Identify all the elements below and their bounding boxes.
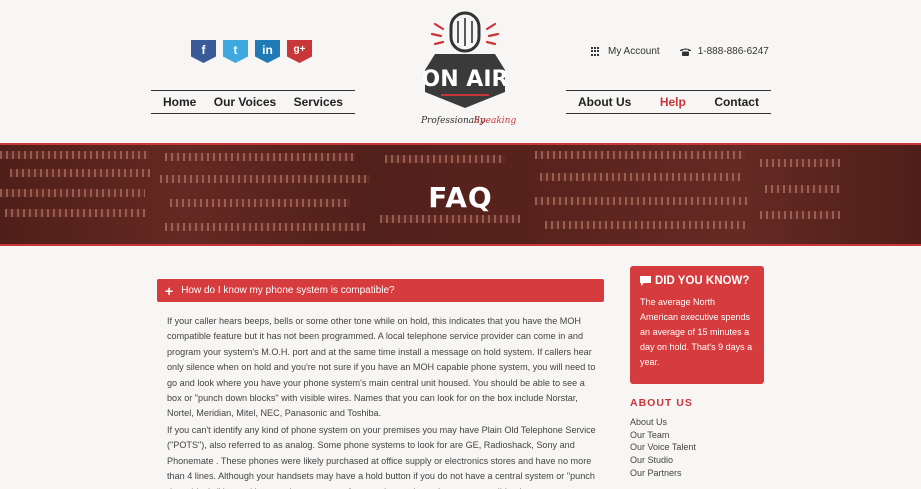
chat-bubble-icon bbox=[640, 276, 651, 286]
main-nav-left: Home Our Voices Services bbox=[151, 90, 355, 114]
faq-banner: FAQ bbox=[0, 143, 921, 246]
did-you-know-heading: DID YOU KNOW? bbox=[640, 275, 754, 287]
about-us-links: About Us Our Team Our Voice Talent Our S… bbox=[630, 416, 696, 480]
nav-home[interactable]: Home bbox=[163, 95, 196, 109]
about-link-our-team[interactable]: Our Team bbox=[630, 429, 696, 442]
faq-answer-paragraph-1: If your caller hears beeps, bells or som… bbox=[167, 316, 596, 419]
main-nav-right: About Us Help Contact bbox=[566, 90, 771, 114]
twitter-icon[interactable]: t bbox=[223, 40, 248, 63]
faq-question-toggle[interactable]: + How do I know my phone system is compa… bbox=[157, 279, 604, 302]
plus-icon: + bbox=[165, 282, 174, 299]
grid-icon bbox=[591, 47, 600, 56]
about-link-our-partners[interactable]: Our Partners bbox=[630, 467, 696, 480]
logo-main-text: ON AIR bbox=[422, 67, 509, 92]
facebook-icon[interactable]: f bbox=[191, 40, 216, 63]
did-you-know-title: DID YOU KNOW? bbox=[655, 275, 750, 287]
my-account-link[interactable]: My Account bbox=[608, 46, 660, 57]
nav-contact[interactable]: Contact bbox=[714, 95, 759, 109]
header-account: My Account 1-888-886-6247 bbox=[591, 46, 769, 57]
did-you-know-box: DID YOU KNOW? The average North American… bbox=[630, 266, 764, 384]
did-you-know-text: The average North American executive spe… bbox=[640, 297, 753, 367]
faq-answer-paragraph-2: If you can't identify any kind of phone … bbox=[167, 425, 596, 489]
phone-number[interactable]: 1-888-886-6247 bbox=[698, 46, 769, 57]
page-title: FAQ bbox=[428, 181, 493, 214]
on-air-logo[interactable]: ON AIR Professionally Speaking bbox=[413, 10, 517, 128]
linkedin-icon[interactable]: in bbox=[255, 40, 280, 63]
about-link-our-voice-talent[interactable]: Our Voice Talent bbox=[630, 441, 696, 454]
phone-icon bbox=[679, 48, 691, 56]
about-link-our-studio[interactable]: Our Studio bbox=[630, 454, 696, 467]
faq-question-text: How do I know my phone system is compati… bbox=[181, 285, 395, 296]
about-link-about-us[interactable]: About Us bbox=[630, 416, 696, 429]
nav-services[interactable]: Services bbox=[294, 95, 343, 109]
nav-help[interactable]: Help bbox=[660, 95, 686, 109]
nav-our-voices[interactable]: Our Voices bbox=[214, 95, 276, 109]
social-links: f t in g+ bbox=[191, 40, 312, 63]
logo-tagline-2: Speaking bbox=[474, 116, 517, 126]
about-us-heading: ABOUT US bbox=[630, 397, 693, 409]
nav-about-us[interactable]: About Us bbox=[578, 95, 631, 109]
google-plus-icon[interactable]: g+ bbox=[287, 40, 312, 63]
